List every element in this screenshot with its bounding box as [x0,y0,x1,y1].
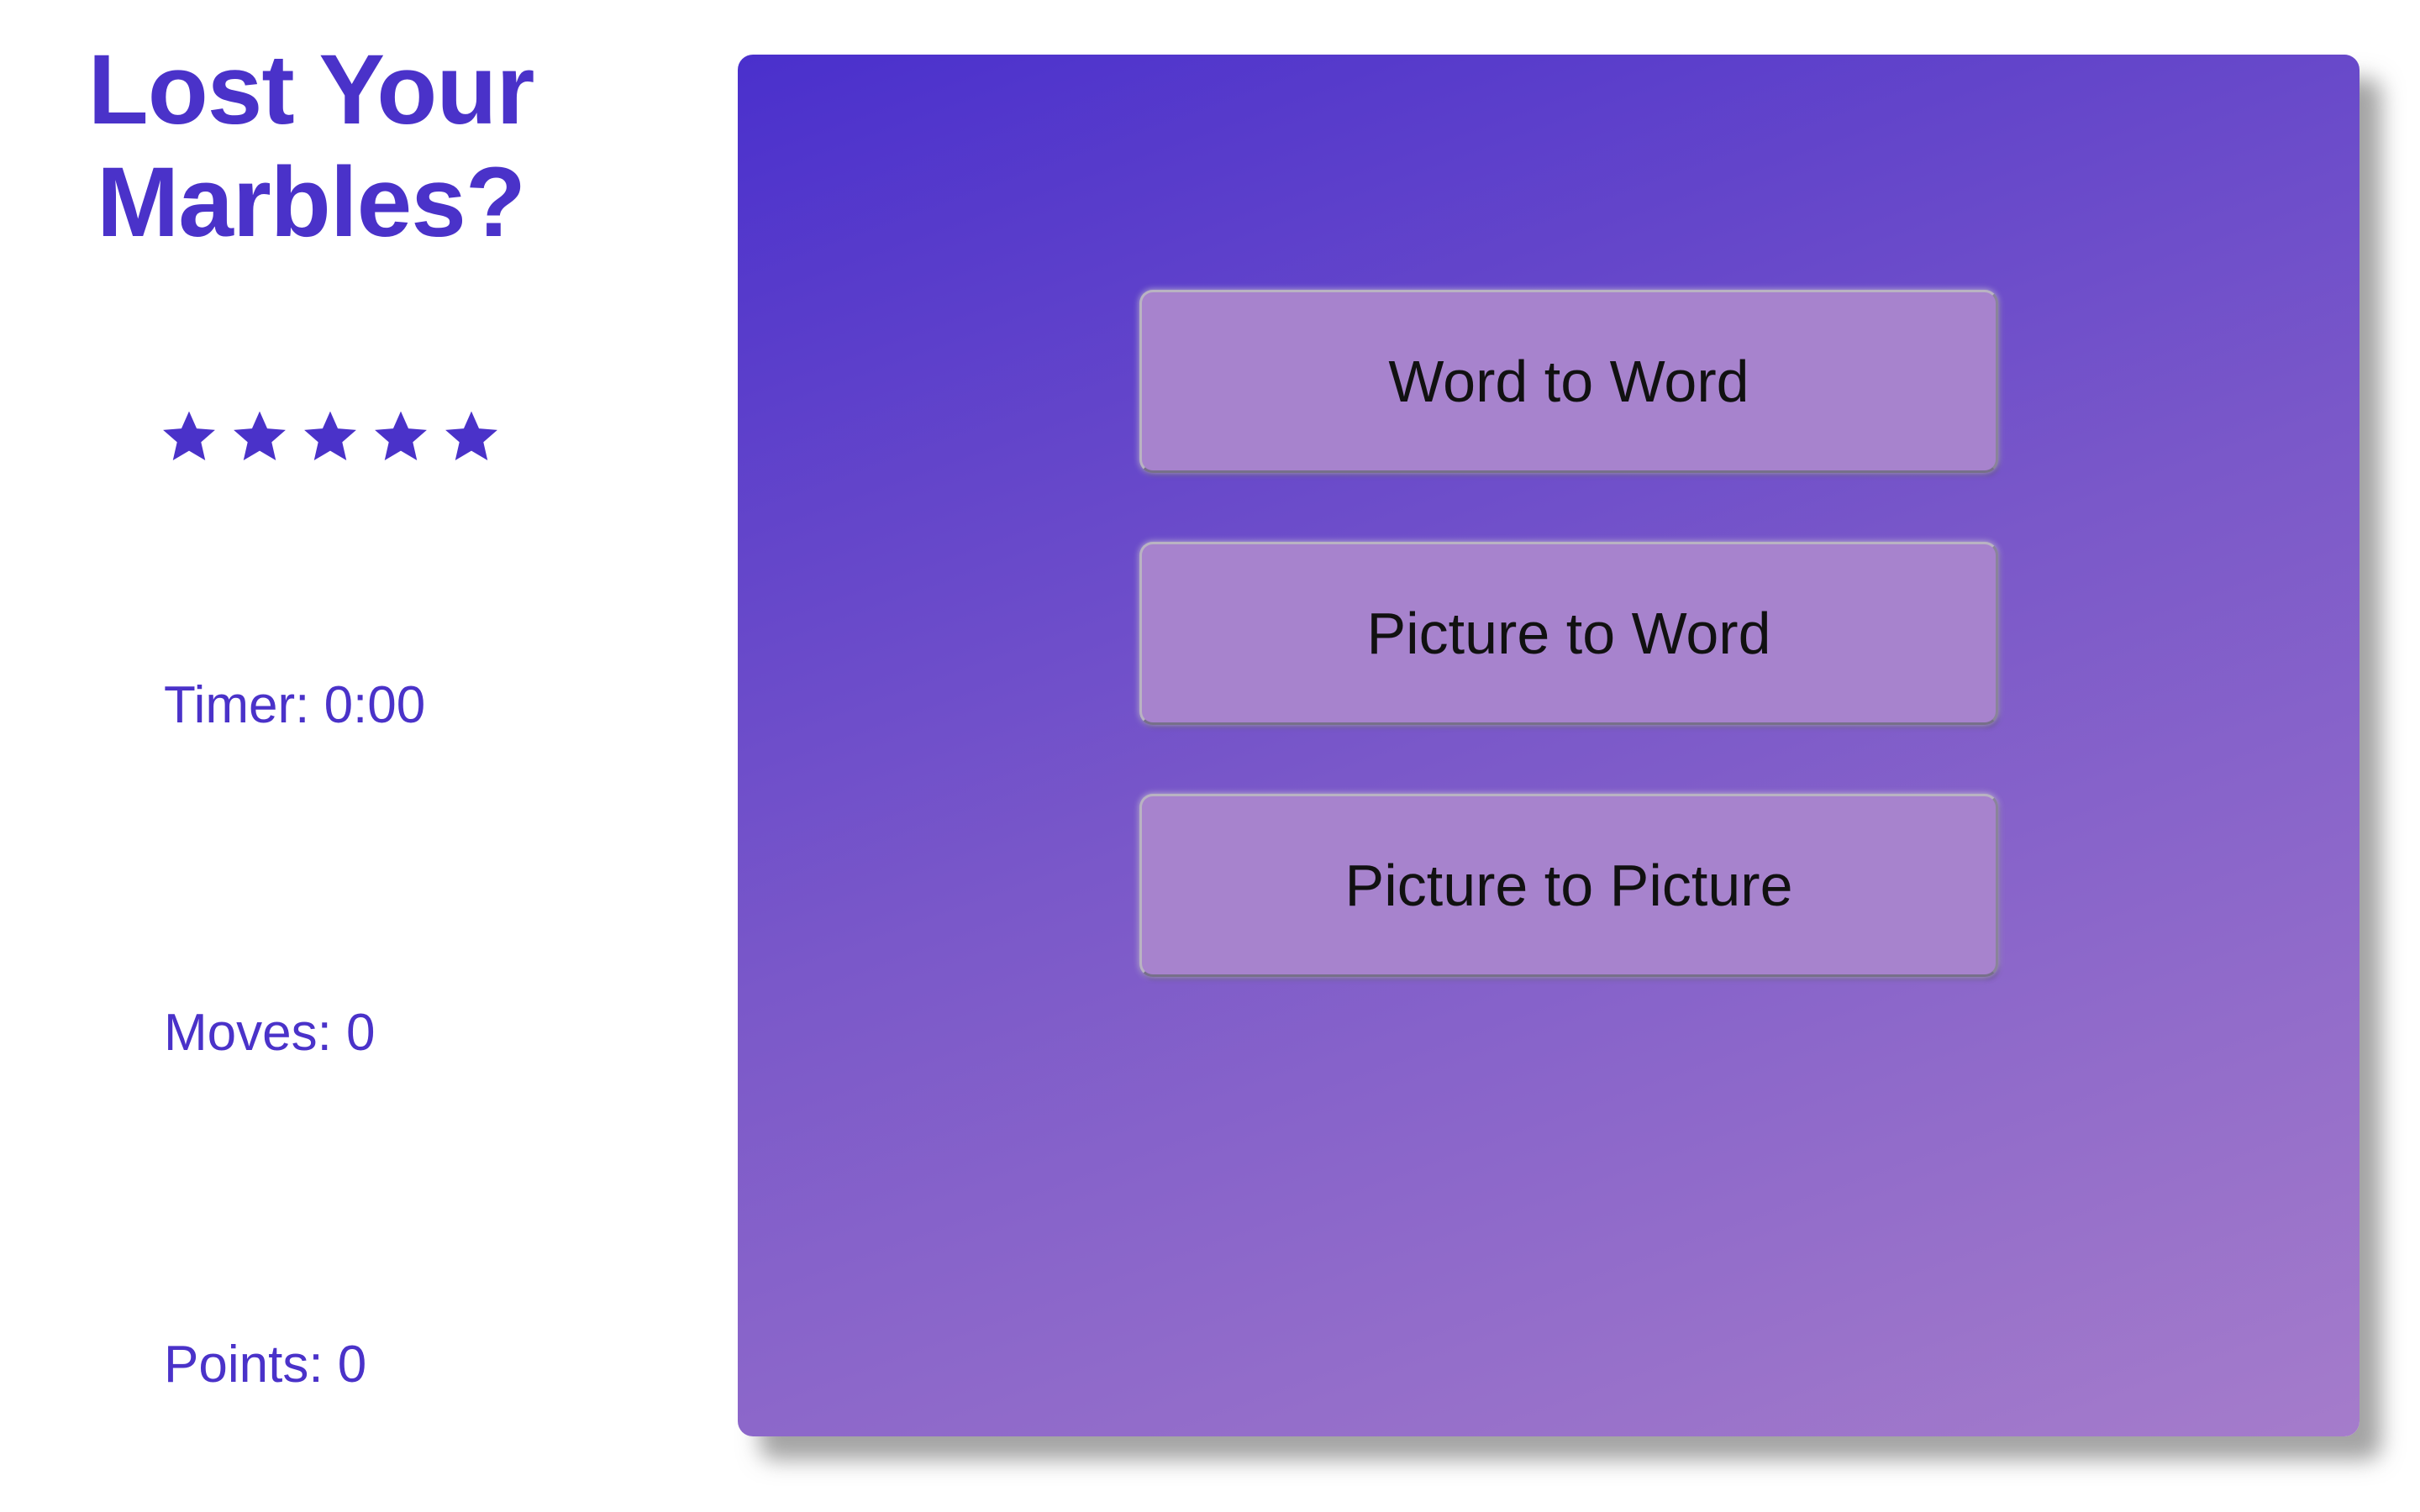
score-panel: Lost Your Marbles? Timer: 0:00 Moves: 0 … [0,0,689,1512]
star-icon [160,407,218,466]
picture-to-picture-button[interactable]: Picture to Picture [1139,794,1998,977]
star-icon [301,407,360,466]
game-title: Lost Your Marbles? [50,34,571,259]
game-board: Word to Word Picture to Word Picture to … [738,55,2360,1436]
timer-display: Timer: 0:00 [164,676,426,734]
word-to-word-button[interactable]: Word to Word [1139,290,1998,473]
game-title-line-2: Marbles? [96,147,526,258]
moves-counter: Moves: 0 [164,1004,376,1062]
star-icon [230,407,289,466]
star-icon [442,407,501,466]
star-rating [160,407,501,468]
game-title-line-1: Lost Your [87,34,535,145]
star-icon [371,407,430,466]
points-counter: Points: 0 [164,1336,367,1394]
picture-to-word-button[interactable]: Picture to Word [1139,542,1998,725]
game-page: Lost Your Marbles? Timer: 0:00 Moves: 0 … [0,0,2420,1512]
